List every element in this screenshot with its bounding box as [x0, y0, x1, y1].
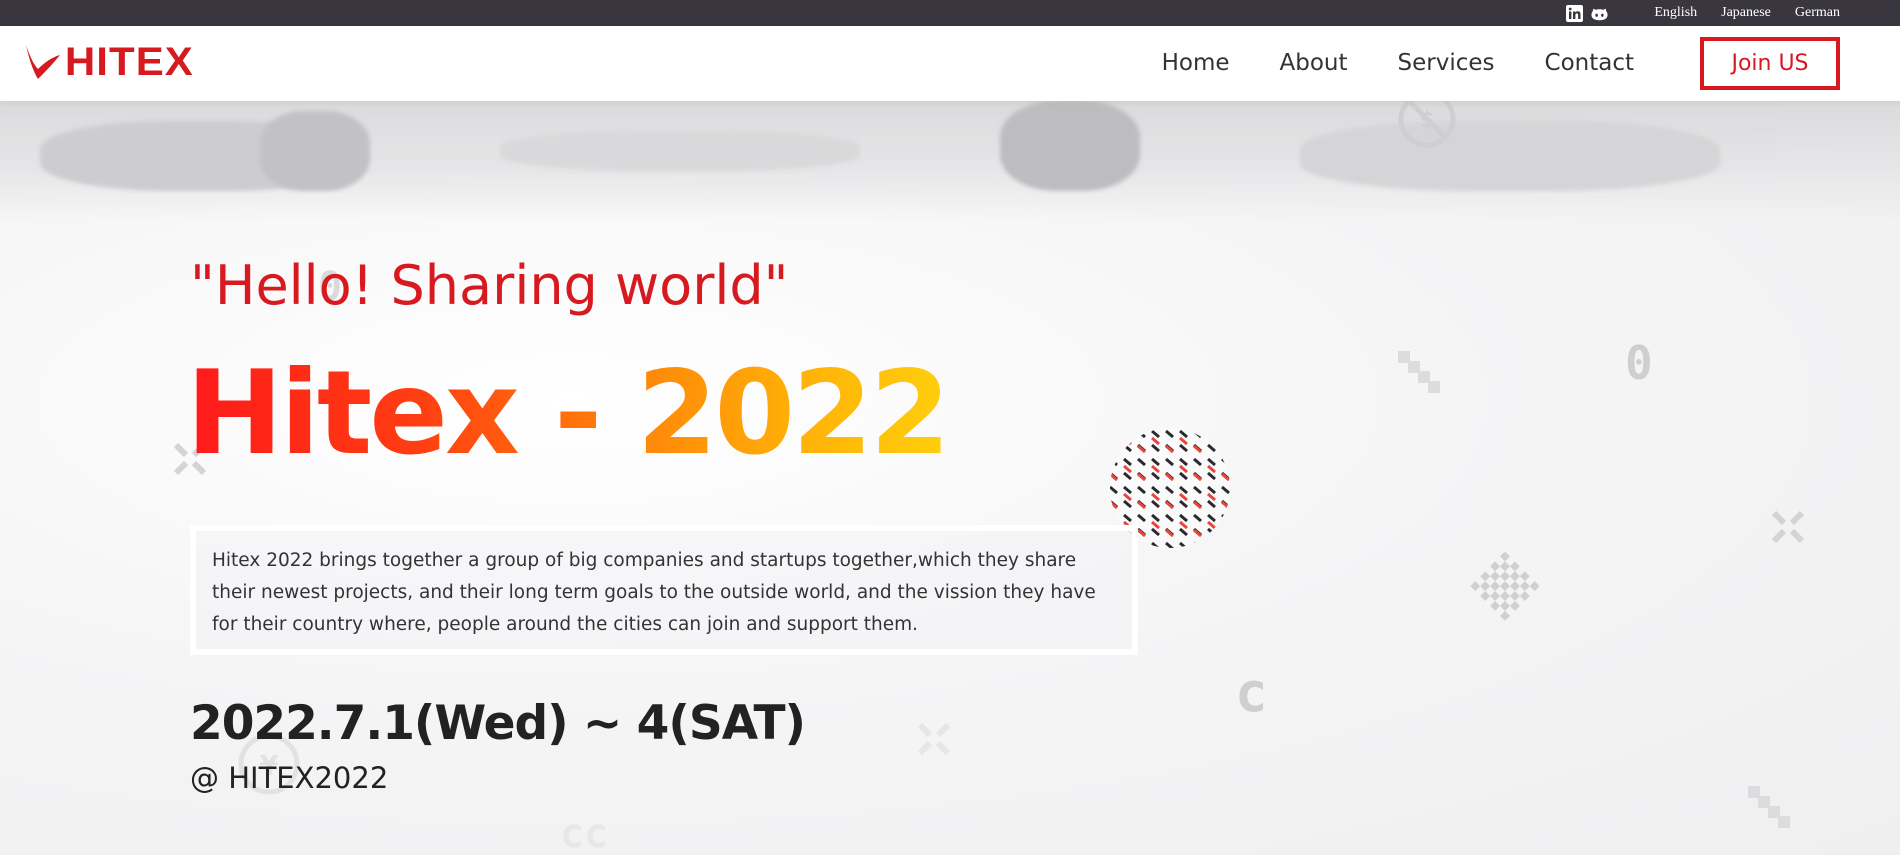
pixel-steps-icon: [1398, 351, 1440, 393]
hero-section: $ 0 0 c ¥ cc "Hello! Sharing world" Hite…: [0, 101, 1900, 855]
join-us-button[interactable]: Join US: [1700, 36, 1840, 90]
nav-home[interactable]: Home: [1162, 50, 1230, 76]
site-logo[interactable]: HITEX: [24, 36, 194, 88]
hero-tagline: "Hello! Sharing world": [190, 254, 789, 317]
zero-glyph-icon: 0: [1625, 336, 1653, 390]
nav-about[interactable]: About: [1280, 50, 1348, 76]
main-nav: Home About Services Contact Join US: [1162, 36, 1840, 90]
nav-services[interactable]: Services: [1398, 50, 1495, 76]
cross-mark-icon: [1771, 510, 1805, 544]
lang-japanese[interactable]: Japanese: [1721, 5, 1771, 21]
github-icon[interactable]: [1591, 5, 1608, 22]
event-date: 2022.7.1(Wed) ~ 4(SAT): [190, 696, 806, 751]
hero-headline: Hitex - 2022: [186, 346, 951, 481]
event-venue: @ HITEX2022: [190, 761, 389, 795]
social-links: [1566, 4, 1608, 22]
no-dollar-icon: $: [1398, 101, 1456, 148]
top-utility-bar: English Japanese German: [0, 0, 1900, 26]
site-header: HITEX Home About Services Contact Join U…: [0, 26, 1900, 101]
cross-mark-icon: [917, 722, 951, 756]
hero-background-photo: [0, 101, 1900, 221]
c-glyph-icon: c: [1235, 661, 1268, 724]
checker-diamond-icon: [1470, 551, 1540, 621]
linkedin-icon[interactable]: [1566, 4, 1584, 22]
nav-contact[interactable]: Contact: [1545, 50, 1634, 76]
hero-description: Hitex 2022 brings together a group of bi…: [190, 525, 1138, 655]
lang-german[interactable]: German: [1795, 5, 1840, 21]
pixel-steps-icon: [1748, 786, 1790, 828]
logo-swoosh-icon: [26, 45, 60, 79]
lang-english[interactable]: English: [1654, 5, 1697, 21]
svg-text:$: $: [1419, 108, 1434, 133]
logo-text: HITEX: [64, 39, 194, 84]
cc-glyph-icon: cc: [560, 811, 609, 855]
